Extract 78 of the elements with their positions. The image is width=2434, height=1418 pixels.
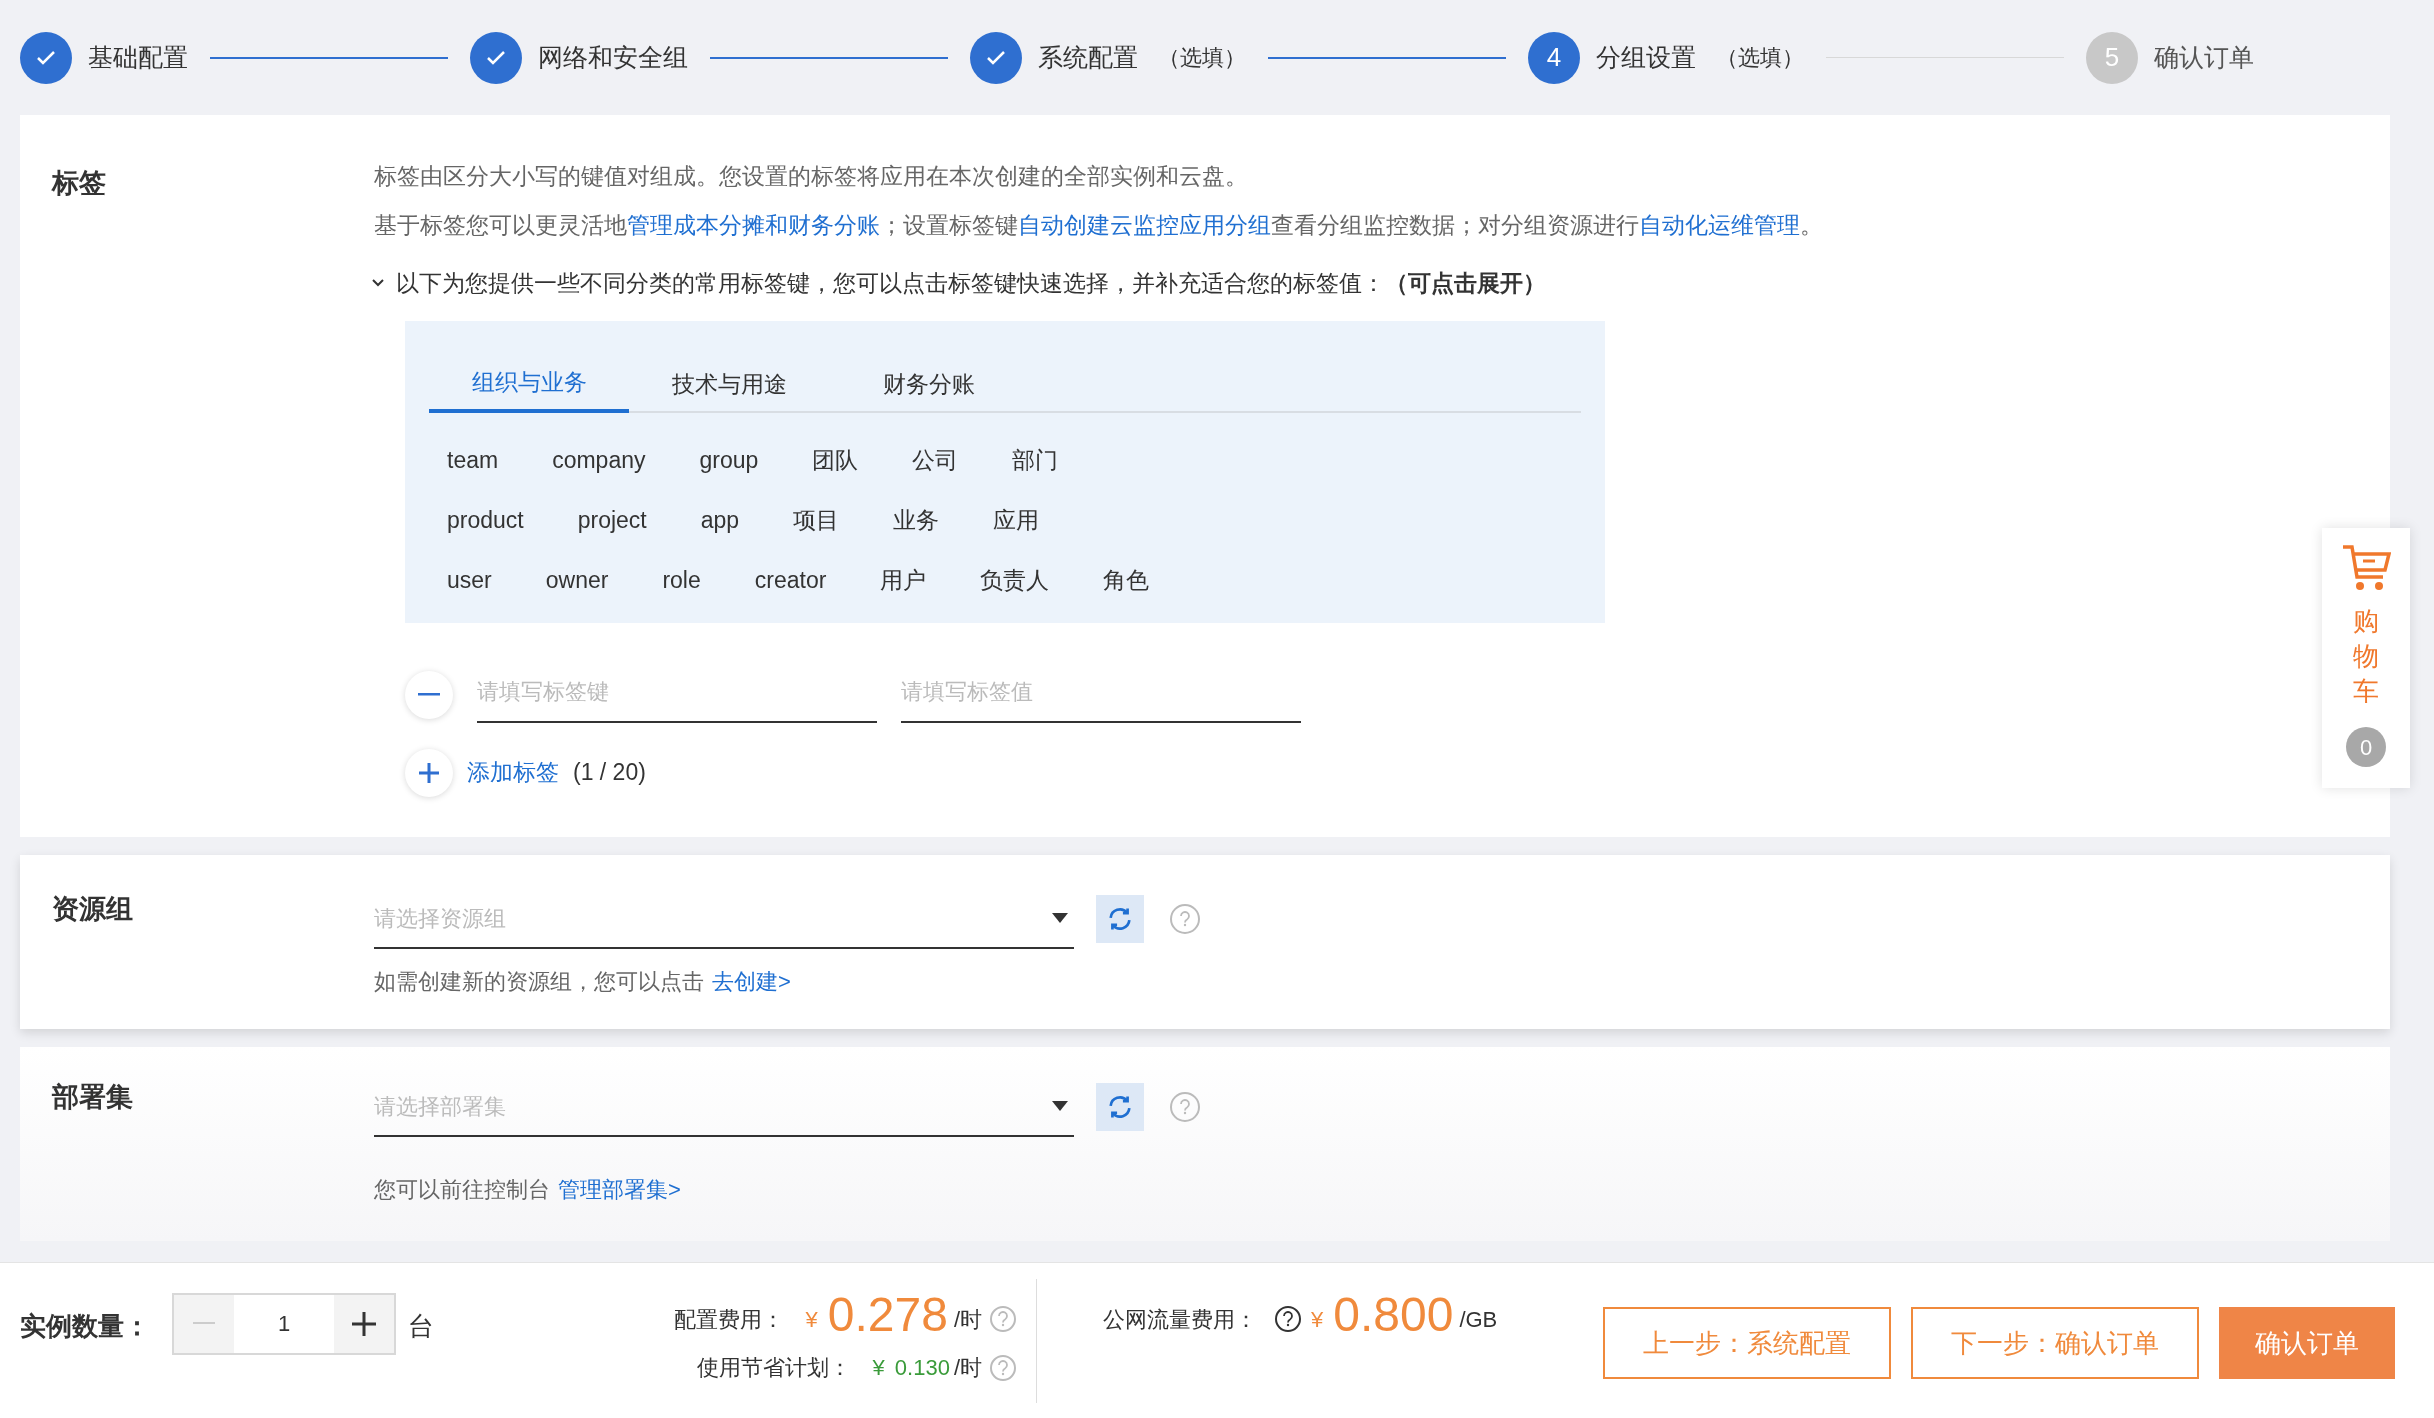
- price-value: 0.278: [827, 1291, 948, 1339]
- plus-icon: [417, 760, 441, 785]
- section-title: 资源组: [51, 893, 134, 926]
- category-tab[interactable]: 组织与业务: [429, 356, 629, 413]
- currency-symbol: ¥: [1311, 1305, 1324, 1334]
- tag-key-option[interactable]: owner: [545, 563, 609, 598]
- step-label: 分组设置: [1596, 41, 1696, 73]
- tag-key-option[interactable]: 角色: [1103, 563, 1150, 598]
- currency-symbol: ¥: [805, 1305, 818, 1334]
- step-label: 确认订单: [2154, 41, 2254, 73]
- plus-icon: [351, 1311, 377, 1337]
- help-text: 您可以前往控制台: [374, 1176, 550, 1204]
- tag-key-option[interactable]: user: [447, 563, 492, 598]
- tag-hint-text: 以下为您提供一些不同分类的常用标签键，您可以点击标签键快速选择，并补充适合您的标签值：（可点击展开）: [396, 269, 1546, 298]
- step-label: 基础配置: [88, 41, 188, 73]
- help-link[interactable]: 管理部署集>: [558, 1173, 681, 1206]
- tag-key-option[interactable]: 项目: [793, 503, 840, 538]
- quantity-field[interactable]: 1: [234, 1293, 334, 1355]
- tag-key-option[interactable]: 业务: [893, 503, 940, 538]
- help-icon[interactable]: [1275, 1306, 1301, 1332]
- category-tab[interactable]: 财务分账: [829, 356, 1029, 413]
- increment-button[interactable]: [334, 1293, 396, 1355]
- step-note: （选填）: [1716, 44, 1804, 72]
- step-number: 4: [1528, 31, 1580, 84]
- tag-key-option[interactable]: company: [552, 443, 646, 478]
- unit-label: 台: [408, 1310, 434, 1343]
- price-value: 0.130: [894, 1354, 950, 1382]
- tag-key-option[interactable]: 公司: [912, 443, 959, 478]
- refresh-button[interactable]: [1096, 1083, 1144, 1131]
- refresh-icon: [1106, 1093, 1134, 1121]
- section-title: 标签: [50, 167, 107, 200]
- step-label: 网络和安全组: [538, 41, 688, 73]
- tag-key-option[interactable]: group: [699, 443, 759, 478]
- section-title: 部署集: [50, 1081, 134, 1114]
- step-note: （选填）: [1158, 44, 1246, 72]
- help-link[interactable]: 去创建>: [712, 965, 791, 998]
- tag-key-option[interactable]: 部门: [1012, 443, 1059, 478]
- guide-link[interactable]: 自动化运维管理: [1639, 211, 1800, 238]
- dropdown-arrow-icon: [1052, 913, 1068, 923]
- fee-label: 公网流量费用：: [1103, 1305, 1257, 1334]
- tag-key-option[interactable]: app: [700, 503, 740, 538]
- tag-description: 标签由区分大小写的键值对组成。您设置的标签将应用在本次创建的全部实例和云盘。: [374, 162, 1249, 191]
- tag-key-option[interactable]: 用户: [880, 563, 927, 598]
- refresh-icon: [1106, 905, 1134, 933]
- tag-count: (1 / 20): [573, 758, 646, 788]
- category-tab[interactable]: 技术与用途: [629, 356, 829, 413]
- guide-link[interactable]: 管理成本分摊和财务分账: [627, 211, 880, 238]
- currency-symbol: ¥: [872, 1354, 885, 1382]
- step-label: 系统配置: [1038, 41, 1138, 73]
- fee-label: 使用节省计划：: [696, 1354, 851, 1382]
- price-unit: /GB: [1459, 1305, 1498, 1334]
- help-text: 如需创建新的资源组，您可以点击: [374, 968, 704, 996]
- tag-key-option[interactable]: 团队: [812, 443, 859, 478]
- tag-key-field[interactable]: 请填写标签键: [477, 662, 877, 723]
- guide-link[interactable]: 自动创建云监控应用分组: [1018, 211, 1271, 238]
- minus-icon: [418, 692, 440, 697]
- tag-key-option[interactable]: 应用: [993, 503, 1040, 538]
- add-tag-button[interactable]: [405, 748, 453, 797]
- remove-tag-button[interactable]: [405, 670, 453, 719]
- tag-key-option[interactable]: creator: [754, 563, 827, 598]
- cart-count: 0: [2346, 727, 2386, 768]
- minus-icon: [193, 1322, 215, 1326]
- price-value: 0.800: [1333, 1291, 1454, 1339]
- refresh-button[interactable]: [1096, 895, 1144, 943]
- tag-key-option[interactable]: product: [447, 503, 524, 538]
- add-tag-link[interactable]: 添加标签: [467, 755, 559, 790]
- tag-key-option[interactable]: project: [577, 503, 647, 538]
- quantity-label: 实例数量：: [20, 1310, 150, 1343]
- fee-label: 配置费用：: [673, 1305, 784, 1334]
- cart-icon[interactable]: [2341, 544, 2391, 592]
- tag-key-option[interactable]: role: [662, 563, 701, 598]
- price-unit: /时: [953, 1305, 982, 1334]
- tag-key-option[interactable]: 负责人: [980, 563, 1050, 598]
- price-unit: /时: [953, 1354, 982, 1382]
- tag-key-option[interactable]: team: [447, 443, 499, 478]
- dropdown-arrow-icon: [1052, 1101, 1068, 1111]
- tag-guide-text: 基于标签您可以更灵活地管理成本分摊和财务分账；设置标签键自动创建云监控应用分组查看分组监控数据；对分组资源进行自动化运维管理。: [374, 210, 1823, 240]
- tag-value-field[interactable]: 请填写标签值: [901, 662, 1301, 723]
